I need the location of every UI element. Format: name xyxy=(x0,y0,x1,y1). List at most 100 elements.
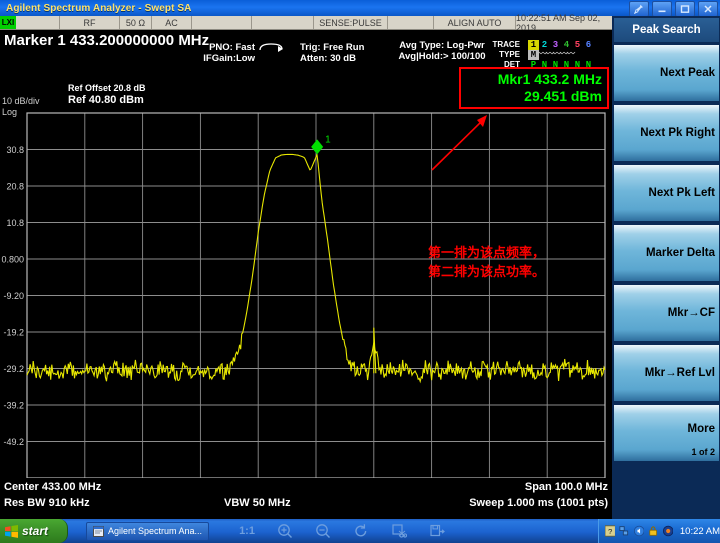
status-datetime: 10:22:51 AM Sep 02, 2019 xyxy=(516,16,612,29)
pin-icon[interactable] xyxy=(629,1,649,17)
windows-taskbar: start Agilent Spectrum Ana... 1:1 xyxy=(0,519,720,543)
plot-area[interactable]: 10 dB/div Log Ref Offset 20.8 dB Ref 40.… xyxy=(0,70,612,478)
annotation-line-1: 第一排为该点频率， xyxy=(428,244,545,263)
y-tick-label: -19.2 xyxy=(3,328,24,338)
minimize-icon[interactable] xyxy=(652,1,672,17)
average-block: Avg Type: Log-Pwr Avg|Hold:> 100/100 xyxy=(372,40,512,62)
trace-type-1: M xyxy=(528,50,539,60)
trace-num-6: 6 xyxy=(583,40,594,50)
zoom-in-icon[interactable] xyxy=(277,523,293,539)
y-tick-label: -29.2 xyxy=(3,364,24,374)
status-sense: SENSE:PULSE xyxy=(314,16,388,29)
softkey-more[interactable]: More 1 of 2 xyxy=(614,405,719,461)
svg-text:?: ? xyxy=(608,527,613,536)
sweep-arrow-icon xyxy=(258,42,284,56)
help-tray-icon[interactable]: ? xyxy=(605,525,615,537)
avg-hold-value: Avg|Hold:> 100/100 xyxy=(372,51,512,62)
spectrum-analyzer-app: Agilent Spectrum Analyzer - Swept SA LXI… xyxy=(0,0,720,543)
softkey-mkr-to-ref-lvl[interactable]: Mkr→Ref Lvl xyxy=(614,345,719,401)
softkey-next-peak[interactable]: Next Peak xyxy=(614,45,719,101)
marker-readout-frequency: Mkr1 433.2 MHz xyxy=(498,71,602,88)
softkey-marker-delta[interactable]: Marker Delta xyxy=(614,225,719,281)
softkey-label: Mkr→Ref Lvl xyxy=(645,367,715,379)
softkey-panel: Peak Search Next Peak Next Pk Right Next… xyxy=(612,16,720,519)
bottom-settings-row-2: Res BW 910 kHz VBW 50 MHz Sweep 1.000 ms… xyxy=(0,497,612,513)
softkey-label: More xyxy=(688,423,715,435)
trace-status-grid[interactable]: 1 2 3 4 5 6 M 〰〰〰〰〰 P N N N N N xyxy=(528,40,594,70)
y-tick-label: -9.20 xyxy=(3,291,24,301)
trace-number-row: 1 2 3 4 5 6 xyxy=(528,40,594,50)
chinese-annotation: 第一排为该点频率， 第二排为该点功率。 xyxy=(428,244,545,282)
scale-1to1-icon[interactable]: 1:1 xyxy=(239,525,255,537)
status-cell-blank4 xyxy=(388,16,434,29)
trace-type-row: M 〰〰〰〰〰 xyxy=(528,50,594,60)
marker-readout-amplitude: 29.451 dBm xyxy=(524,88,602,105)
start-label: start xyxy=(22,524,48,538)
status-cell-blank1 xyxy=(16,16,60,29)
instrument-status-bar: LXI RF 50 Ω AC SENSE:PULSE ALIGN AUTO 10… xyxy=(0,16,612,30)
softkey-label: Marker Delta xyxy=(646,247,715,259)
span-value[interactable]: Span 100.0 MHz xyxy=(525,481,608,493)
softkey-next-pk-right[interactable]: Next Pk Right xyxy=(614,105,719,161)
marker-diamond-icon[interactable] xyxy=(311,139,323,154)
trace-num-2: 2 xyxy=(539,40,550,50)
y-tick-label: 30.8 xyxy=(6,145,24,155)
softkey-next-pk-left[interactable]: Next Pk Left xyxy=(614,165,719,221)
softkey-label: Next Peak xyxy=(660,67,715,79)
center-frequency[interactable]: Center 433.00 MHz xyxy=(4,481,101,493)
window-title: Agilent Spectrum Analyzer - Swept SA xyxy=(0,3,192,14)
status-cell-blank3 xyxy=(252,16,314,29)
trace-num-4: 4 xyxy=(561,40,572,50)
pno-value: PNO: Fast xyxy=(209,42,255,53)
trace-num-3: 3 xyxy=(550,40,561,50)
system-tray: ? 10:22 AM xyxy=(598,519,720,543)
status-input: RF xyxy=(60,16,120,29)
agilent-tray-icon[interactable] xyxy=(663,525,673,537)
trace-type-rest-icon: 〰〰〰〰〰 xyxy=(539,50,574,60)
app-window-icon xyxy=(93,526,104,537)
res-bw-value[interactable]: Res BW 910 kHz xyxy=(4,497,90,509)
save-icon[interactable] xyxy=(429,523,445,539)
grid-lines xyxy=(27,113,605,478)
trace-labels: TRACE TYPE DET xyxy=(492,40,520,70)
trace-num-1: 1 xyxy=(528,40,539,50)
tray-clock[interactable]: 10:22 AM xyxy=(680,526,720,537)
y-tick-label: 10.8 xyxy=(6,218,24,228)
softkey-label: Next Pk Right xyxy=(640,127,715,139)
status-align: ALIGN AUTO xyxy=(434,16,516,29)
status-impedance: 50 Ω xyxy=(120,16,152,29)
trace-num-5: 5 xyxy=(572,40,583,50)
maximize-icon[interactable] xyxy=(675,1,695,17)
window-title-bar: Agilent Spectrum Analyzer - Swept SA xyxy=(0,0,720,16)
zoom-out-icon[interactable] xyxy=(315,523,331,539)
atten-value: Atten: 30 dB xyxy=(300,53,364,64)
sweep-value[interactable]: Sweep 1.000 ms (1001 pts) xyxy=(469,497,608,509)
speaker-tray-icon[interactable] xyxy=(634,525,644,537)
y-tick-label: 20.8 xyxy=(6,182,24,192)
refresh-icon[interactable] xyxy=(353,523,369,539)
windows-logo-icon xyxy=(5,525,18,538)
softkey-menu-title: Peak Search xyxy=(614,18,719,42)
bottom-settings-row-1: Center 433.00 MHz Span 100.0 MHz xyxy=(0,481,612,497)
y-tick-label: -39.2 xyxy=(3,401,24,411)
vbw-value[interactable]: VBW 50 MHz xyxy=(224,497,291,509)
annotation-arrow xyxy=(432,115,487,170)
softkey-mkr-to-cf[interactable]: Mkr→CF xyxy=(614,285,719,341)
lock-tray-icon[interactable] xyxy=(648,525,658,537)
lxi-indicator: LXI xyxy=(0,16,16,29)
avg-type-value: Avg Type: Log-Pwr xyxy=(399,40,485,51)
start-button[interactable]: start xyxy=(0,519,68,543)
network-tray-icon[interactable] xyxy=(619,525,629,537)
annotation-line-2: 第二排为该点功率。 xyxy=(428,263,545,282)
taskbar-item-label: Agilent Spectrum Ana... xyxy=(108,526,202,536)
trace-label: TRACE xyxy=(492,40,520,50)
status-coupling: AC xyxy=(152,16,192,29)
close-icon[interactable] xyxy=(698,1,718,17)
taskbar-item-agilent[interactable]: Agilent Spectrum Ana... xyxy=(86,522,209,541)
window-controls xyxy=(629,1,718,17)
cut-icon[interactable] xyxy=(391,523,407,539)
softkey-label: Mkr→CF xyxy=(668,307,715,319)
taskbar-tool-icons: 1:1 xyxy=(239,523,445,539)
type-label: TYPE xyxy=(492,50,520,60)
marker-number-label: 1 xyxy=(325,134,331,145)
